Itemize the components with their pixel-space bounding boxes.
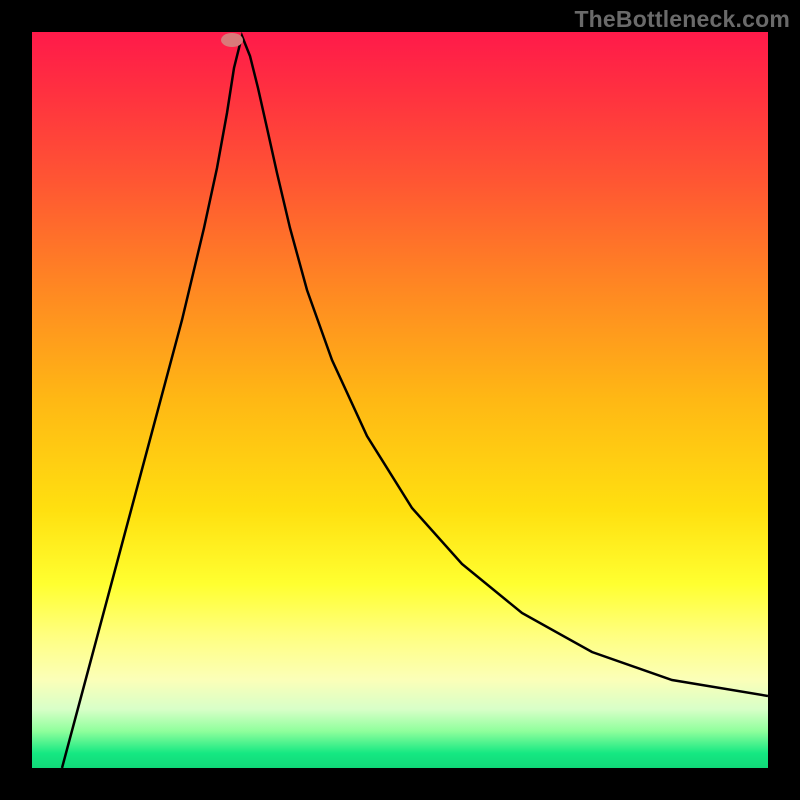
- bottleneck-curve: [32, 32, 768, 768]
- chart-container: TheBottleneck.com: [0, 0, 800, 800]
- plot-area: [32, 32, 768, 768]
- optimum-marker: [221, 33, 243, 47]
- watermark: TheBottleneck.com: [574, 6, 790, 33]
